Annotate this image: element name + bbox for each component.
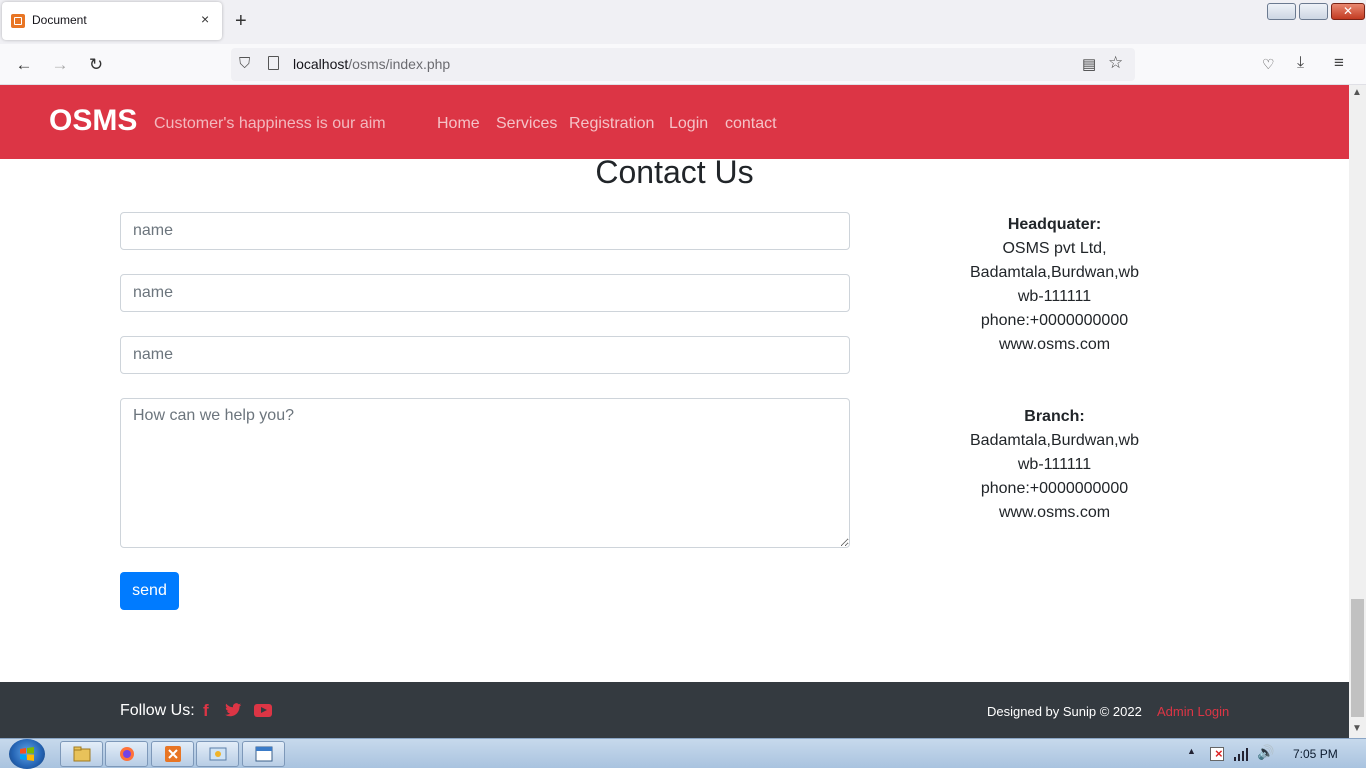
new-tab-icon[interactable]: +	[235, 9, 247, 33]
site-navbar: OSMS Customer's happiness is our aim Hom…	[0, 85, 1349, 159]
tab-title: Document	[32, 13, 87, 27]
nav-link-contact[interactable]: contact	[725, 115, 777, 133]
nav-link-services[interactable]: Services	[496, 115, 557, 133]
reload-icon[interactable]: ↻	[84, 53, 108, 77]
phone-line: phone:+0000000000	[980, 480, 1129, 497]
scroll-thumb[interactable]	[1351, 599, 1364, 717]
site-footer: Follow Us: f Designed by Sunip © 2022 Ad…	[0, 682, 1349, 738]
name-field-1[interactable]	[120, 212, 850, 250]
action-center-flag-icon[interactable]	[1210, 746, 1224, 761]
nav-link-login[interactable]: Login	[669, 115, 708, 133]
control-panel-icon	[209, 747, 227, 761]
volume-icon[interactable]: 🔊	[1257, 744, 1274, 761]
website-line: www.osms.com	[998, 504, 1111, 521]
taskbar-explorer[interactable]	[60, 741, 103, 767]
nav-link-home[interactable]: Home	[437, 115, 480, 133]
windows-logo-icon	[20, 747, 34, 761]
xampp-icon	[165, 746, 181, 762]
download-icon[interactable]: ⤓	[1297, 54, 1304, 72]
window-app-icon	[255, 746, 273, 762]
scroll-up-icon[interactable]: ▲	[1352, 87, 1362, 98]
address-line: wb-111111	[1017, 456, 1092, 473]
firefox-icon	[120, 747, 134, 761]
page-viewport: OSMS Customer's happiness is our aim Hom…	[0, 85, 1349, 738]
website-line: www.osms.com	[998, 336, 1111, 353]
phone-line: phone:+0000000000	[980, 312, 1129, 329]
headquarter-title: Headquater:	[1007, 216, 1102, 233]
address-bar[interactable]: ⛉ localhost/osms/index.php ▤ ☆	[231, 48, 1135, 81]
browser-tab[interactable]: Document ×	[2, 2, 222, 40]
address-line: OSMS pvt Ltd,	[1002, 240, 1107, 257]
browser-toolbar: ← → ↻ ⛉ localhost/osms/index.php ▤ ☆ ♡ ⤓…	[0, 44, 1366, 85]
scroll-down-icon[interactable]: ▼	[1352, 723, 1362, 734]
browser-tab-bar: Document × + ✕	[0, 0, 1366, 44]
nav-link-registration[interactable]: Registration	[569, 115, 654, 133]
message-textarea[interactable]	[120, 398, 850, 548]
taskbar-firefox[interactable]	[105, 741, 148, 767]
show-hidden-icons[interactable]: ▲	[1187, 746, 1196, 756]
headquarter-address: Headquater: OSMS pvt Ltd, Badamtala,Burd…	[940, 213, 1169, 357]
facebook-icon[interactable]: f	[203, 701, 209, 721]
network-signal-icon[interactable]	[1233, 747, 1249, 761]
twitter-icon[interactable]	[225, 703, 242, 717]
bookmark-star-icon[interactable]: ☆	[1108, 53, 1123, 73]
name-field-2[interactable]	[120, 274, 850, 312]
admin-login-link[interactable]: Admin Login	[1157, 704, 1229, 719]
taskbar-control-panel[interactable]	[196, 741, 239, 767]
url-text[interactable]: localhost/osms/index.php	[293, 56, 450, 72]
tracking-shield-icon[interactable]: ⛉	[239, 55, 250, 72]
hamburger-menu-icon[interactable]: ≡	[1334, 53, 1344, 73]
address-line: Badamtala,Burdwan,wb	[970, 264, 1139, 281]
window-close-button[interactable]: ✕	[1331, 3, 1365, 20]
pocket-icon[interactable]: ♡	[1262, 56, 1275, 73]
tab-close-icon[interactable]: ×	[201, 11, 209, 27]
window-restore-button[interactable]	[1299, 3, 1328, 20]
branch-address: Branch: Badamtala,Burdwan,wb wb-111111 p…	[940, 405, 1169, 525]
follow-us-label: Follow Us:	[120, 702, 195, 719]
address-line: wb-111111	[1017, 288, 1092, 305]
reader-view-icon[interactable]: ▤	[1082, 55, 1096, 73]
windows-taskbar: ▲ 🔊 7:05 PM	[0, 738, 1366, 769]
taskbar-xampp[interactable]	[151, 741, 194, 767]
taskbar-window[interactable]	[242, 741, 285, 767]
branch-title: Branch:	[1024, 408, 1085, 425]
url-host: localhost	[293, 56, 349, 72]
xampp-favicon-icon	[11, 14, 25, 28]
name-field-3[interactable]	[120, 336, 850, 374]
page-info-icon[interactable]	[268, 56, 279, 70]
url-path: /osms/index.php	[348, 56, 451, 72]
folder-icon	[73, 746, 91, 762]
start-button[interactable]	[9, 739, 45, 769]
page-scrollbar[interactable]: ▲ ▼	[1349, 85, 1366, 738]
window-minimize-button[interactable]	[1267, 3, 1296, 20]
back-arrow-icon[interactable]: ←	[12, 53, 36, 77]
designed-by-text: Designed by Sunip © 2022	[987, 704, 1142, 719]
contact-heading: Contact Us	[595, 154, 754, 190]
forward-arrow-icon[interactable]: →	[48, 53, 72, 77]
site-tagline: Customer's happiness is our aim	[154, 115, 386, 132]
send-button[interactable]: send	[120, 572, 179, 610]
site-brand[interactable]: OSMS	[49, 104, 137, 138]
taskbar-clock[interactable]: 7:05 PM	[1293, 747, 1338, 761]
address-line: Badamtala,Burdwan,wb	[970, 432, 1139, 449]
youtube-icon[interactable]	[254, 704, 272, 717]
